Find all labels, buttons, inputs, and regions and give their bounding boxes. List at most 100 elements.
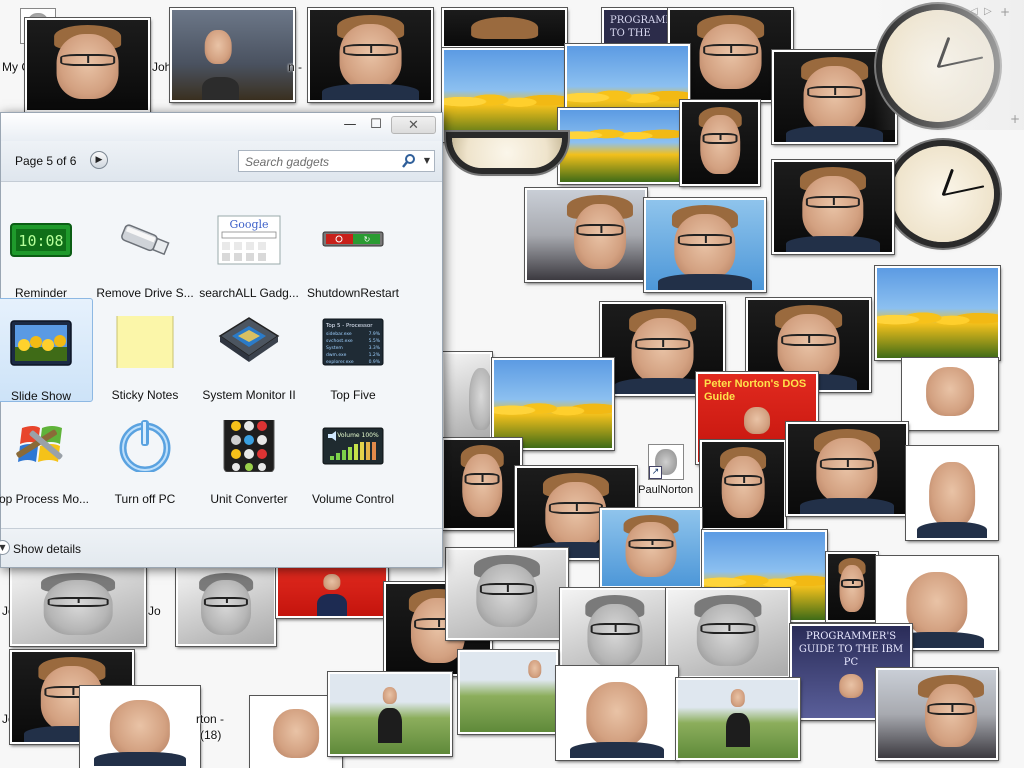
search-input[interactable]: [243, 152, 397, 172]
show-details-toggle[interactable]: ▼: [0, 540, 10, 555]
shortcut-arrow-icon: ↗: [649, 466, 662, 479]
clock-gadget[interactable]: [452, 138, 562, 168]
gadget-searchall[interactable]: Google searchALL Gadg...: [197, 196, 301, 300]
gadget-unit-converter[interactable]: Unit Converter: [197, 402, 301, 506]
svg-text:Volume 100%: Volume 100%: [337, 432, 379, 439]
svg-text:sidebar.exe: sidebar.exe: [326, 331, 352, 337]
photo-thumbnail: [556, 666, 678, 760]
desktop-shortcut-photo[interactable]: ↗: [648, 444, 684, 480]
gadget-slide-show[interactable]: Slide Show: [0, 298, 93, 403]
photo-thumbnail: [442, 438, 522, 530]
gadget-label: Unit Converter: [210, 492, 288, 506]
volume-control-icon: Volume 100%: [322, 427, 384, 465]
sidebar-prev-icon[interactable]: ◁: [970, 6, 978, 17]
photo-thumbnail: [525, 188, 647, 282]
gadget-label: Volume Control: [311, 492, 395, 506]
close-button[interactable]: ✕: [391, 116, 436, 134]
gadget-top-process-monitor[interactable]: Top Process Mo...: [0, 402, 93, 506]
gadget-turn-off-pc[interactable]: Turn off PC: [93, 402, 197, 506]
svg-text:svchost.exe: svchost.exe: [326, 338, 353, 344]
gadget-label: Sticky Notes: [111, 388, 179, 402]
svg-text:7.9%: 7.9%: [369, 331, 381, 337]
photo-thumbnail: [826, 552, 878, 622]
window-titlebar[interactable]: — ☐ ✕: [1, 113, 442, 141]
desktop-label: Jo: [148, 604, 161, 618]
photo-thumbnail: [666, 588, 790, 678]
minute-hand: [942, 185, 985, 196]
svg-text:System: System: [326, 345, 343, 351]
photo-thumbnail: [902, 358, 998, 430]
svg-text:explorer.exe: explorer.exe: [326, 359, 354, 365]
google-search-icon: Google: [217, 215, 281, 265]
gadget-label: System Monitor II: [202, 388, 296, 402]
search-dropdown-icon[interactable]: ▼: [421, 154, 433, 168]
desktop-label: ePaulNorton: [632, 484, 694, 496]
search-icon[interactable]: [401, 153, 417, 169]
photo-thumbnail: [328, 672, 452, 756]
gadget-top-five[interactable]: Top 5 - Processor sidebar.exe 7.9% svcho…: [301, 298, 405, 402]
gadget-grid: 10:08 Reminder Remove Drive S... Google: [0, 182, 442, 530]
photo-thumbnail: [446, 548, 568, 640]
add-gadget-icon[interactable]: +: [1000, 5, 1010, 19]
photo-thumbnail: [308, 8, 433, 102]
sticky-note-icon: [116, 316, 174, 368]
gadget-shutdown-restart[interactable]: ↻ ShutdownRestart: [301, 196, 405, 300]
chevron-down-icon: ▼: [0, 543, 6, 552]
photo-thumbnail: [772, 160, 894, 254]
desktop-label: rton -: [196, 712, 225, 726]
gadget-label: Slide Show: [10, 389, 72, 403]
gallery-toolbar: Page 5 of 6 ▶ ▼: [1, 141, 442, 182]
photo-thumbnail: [10, 566, 146, 646]
clock-gadget[interactable]: [892, 146, 994, 242]
next-page-button[interactable]: ▶: [90, 151, 108, 169]
sidebar-add-icon[interactable]: +: [1010, 112, 1020, 126]
details-bar: ▼ Show details: [0, 528, 442, 567]
photo-thumbnail: [25, 18, 150, 112]
photo-thumbnail: [176, 566, 276, 646]
gadget-volume-control[interactable]: Volume 100% Volume Control: [301, 402, 405, 506]
gadget-reminder[interactable]: 10:08 Reminder: [0, 196, 93, 300]
maximize-button[interactable]: ☐: [365, 116, 387, 134]
svg-text:3.3%: 3.3%: [369, 345, 381, 351]
photo-thumbnail: [906, 446, 998, 540]
photo-thumbnail: [786, 422, 908, 516]
svg-text:Google: Google: [229, 218, 268, 231]
show-details-label[interactable]: Show details: [13, 542, 81, 556]
power-icon: [119, 420, 171, 472]
unit-converter-icon: [223, 420, 275, 472]
desktop-label: (18): [200, 728, 222, 742]
tulip-photo: [442, 48, 567, 142]
photo-thumbnail: [458, 650, 558, 734]
minimize-icon: —: [343, 117, 357, 132]
desktop-label: Joh: [152, 60, 172, 74]
photo-thumbnail: [442, 8, 567, 48]
gadget-label: Top Process Mo...: [0, 492, 90, 506]
photo-thumbnail: [600, 508, 702, 588]
gadget-sticky-notes[interactable]: Sticky Notes: [93, 298, 197, 402]
search-gadgets-box[interactable]: ▼: [238, 150, 435, 172]
svg-text:dwm.exe: dwm.exe: [326, 352, 347, 358]
photo-thumbnail: [276, 566, 388, 618]
minimize-button[interactable]: —: [339, 116, 361, 134]
cpu-chip-icon: [218, 317, 280, 362]
windows-tools-icon: [16, 426, 63, 462]
usb-drive-icon: [121, 224, 170, 256]
svg-text:10:08: 10:08: [18, 232, 63, 250]
photo-thumbnail: [644, 198, 766, 292]
gadget-label: Top Five: [330, 388, 376, 402]
sidebar-next-icon[interactable]: ▷: [984, 6, 992, 17]
photo-thumbnail: [700, 440, 786, 530]
svg-text:0.9%: 0.9%: [369, 359, 381, 365]
photo-thumbnail: [80, 686, 200, 768]
gadget-system-monitor[interactable]: System Monitor II: [197, 298, 301, 402]
tulip-photo: [558, 108, 683, 184]
top-five-monitor-icon: Top 5 - Processor sidebar.exe 7.9% svcho…: [322, 318, 384, 366]
photo-thumbnail: [170, 8, 295, 102]
shutdown-restart-icon: ↻: [322, 231, 384, 247]
gadget-remove-drive[interactable]: Remove Drive S...: [93, 196, 197, 300]
svg-text:1.2%: 1.2%: [369, 352, 381, 358]
photo-thumbnail: [442, 352, 492, 442]
photo-thumbnail: [876, 668, 998, 760]
photo-thumbnail: [680, 100, 760, 186]
svg-text:↻: ↻: [364, 235, 371, 244]
